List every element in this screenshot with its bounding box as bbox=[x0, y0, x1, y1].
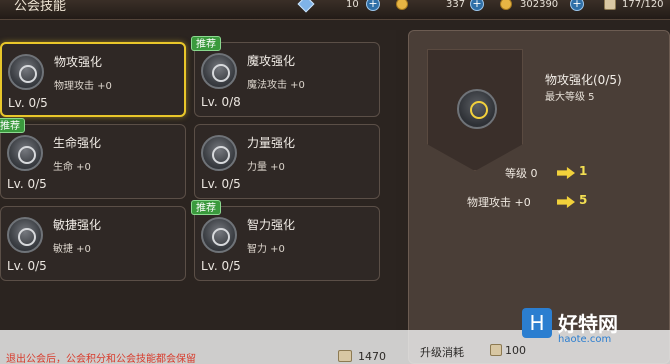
skill-name: 物攻强化 bbox=[54, 55, 103, 69]
add-coins-button[interactable]: + bbox=[570, 0, 584, 11]
skill-desc: 智力 +0 bbox=[247, 244, 285, 255]
strength-icon bbox=[201, 135, 237, 171]
physical-attack-icon bbox=[8, 54, 44, 90]
page-title: 公会技能 bbox=[14, 0, 67, 14]
watermark-url: haote.com bbox=[558, 334, 612, 345]
intelligence-icon bbox=[201, 217, 237, 253]
stat-label-level: 等级 0 bbox=[505, 167, 538, 180]
skill-level: Lv. 0/5 bbox=[7, 177, 47, 191]
stat-value-level: 1 bbox=[579, 164, 588, 178]
upgrade-cost-label: 升级消耗 bbox=[420, 346, 464, 359]
skill-card-magic-attack[interactable]: 推荐 魔攻强化 魔法攻击 +0 Lv. 0/8 bbox=[191, 36, 380, 117]
skill-name: 魔攻强化 bbox=[247, 54, 296, 68]
stat-value-attack: 5 bbox=[579, 193, 588, 207]
detail-max-level: 最大等级 5 bbox=[545, 92, 595, 103]
gold-icon bbox=[396, 0, 408, 10]
resource-value-gold: 337 bbox=[446, 0, 466, 10]
skill-level: Lv. 0/8 bbox=[201, 95, 241, 109]
skill-desc: 魔法攻击 +0 bbox=[247, 80, 305, 91]
coin-icon bbox=[500, 0, 512, 10]
skill-card-agility[interactable]: 敏捷强化 敏捷 +0 Lv. 0/5 bbox=[0, 206, 186, 281]
add-gold-button[interactable]: + bbox=[470, 0, 484, 11]
cost-icon bbox=[490, 344, 502, 356]
guild-points-icon bbox=[338, 350, 352, 362]
skill-name: 力量强化 bbox=[247, 136, 296, 150]
recommended-badge: 推荐 bbox=[191, 36, 221, 51]
skill-desc: 物理攻击 +0 bbox=[54, 81, 112, 92]
blue-gem-icon bbox=[297, 0, 315, 13]
skill-level: Lv. 0/5 bbox=[7, 259, 47, 273]
skill-card-physical-attack[interactable]: 物攻强化 物理攻击 +0 Lv. 0/5 bbox=[0, 42, 186, 117]
resource-value-scrolls: 177/120 bbox=[622, 0, 664, 10]
recommended-badge: 推荐 bbox=[0, 118, 25, 133]
skill-name: 生命强化 bbox=[53, 136, 102, 150]
skill-card-hp[interactable]: 推荐 生命强化 生命 +0 Lv. 0/5 bbox=[0, 118, 186, 199]
skill-level: Lv. 0/5 bbox=[201, 259, 241, 273]
top-bar: 公会技能 10 + 337 + 302390 + 177/120 bbox=[0, 0, 670, 20]
guild-points: 1470 bbox=[358, 350, 386, 363]
skill-desc: 敏捷 +0 bbox=[53, 244, 91, 255]
arrow-right-icon bbox=[557, 167, 575, 179]
watermark-text: 好特网 bbox=[558, 312, 618, 336]
add-gems-button[interactable]: + bbox=[366, 0, 380, 11]
footer-note: 退出公会后，公会积分和公会技能都会保留 bbox=[6, 354, 196, 364]
skill-card-intelligence[interactable]: 推荐 智力强化 智力 +0 Lv. 0/5 bbox=[191, 200, 380, 281]
skills-panel: 物攻强化 物理攻击 +0 Lv. 0/5 推荐 魔攻强化 魔法攻击 +0 Lv.… bbox=[0, 30, 396, 364]
skill-desc: 力量 +0 bbox=[247, 162, 285, 173]
watermark-logo-icon: H bbox=[522, 308, 552, 338]
skill-desc: 生命 +0 bbox=[53, 162, 91, 173]
arrow-right-icon bbox=[557, 196, 575, 208]
skill-card-strength[interactable]: 力量强化 力量 +0 Lv. 0/5 bbox=[194, 124, 380, 199]
watermark: H 好特网 haote.com bbox=[514, 292, 666, 358]
physical-attack-large-icon bbox=[457, 89, 497, 129]
resource-value-gems: 10 bbox=[346, 0, 359, 10]
skill-name: 敏捷强化 bbox=[53, 218, 102, 232]
skill-level: Lv. 0/5 bbox=[201, 177, 241, 191]
recommended-badge: 推荐 bbox=[191, 200, 221, 215]
scroll-icon bbox=[604, 0, 616, 10]
stat-label-attack: 物理攻击 +0 bbox=[467, 196, 531, 209]
resource-value-coins: 302390 bbox=[520, 0, 559, 10]
agility-icon bbox=[7, 217, 43, 253]
skill-level: Lv. 0/5 bbox=[8, 96, 48, 110]
magic-attack-icon bbox=[201, 53, 237, 89]
skill-name: 智力强化 bbox=[247, 218, 296, 232]
detail-title: 物攻强化(0/5) bbox=[545, 73, 622, 87]
hp-icon bbox=[7, 135, 43, 171]
